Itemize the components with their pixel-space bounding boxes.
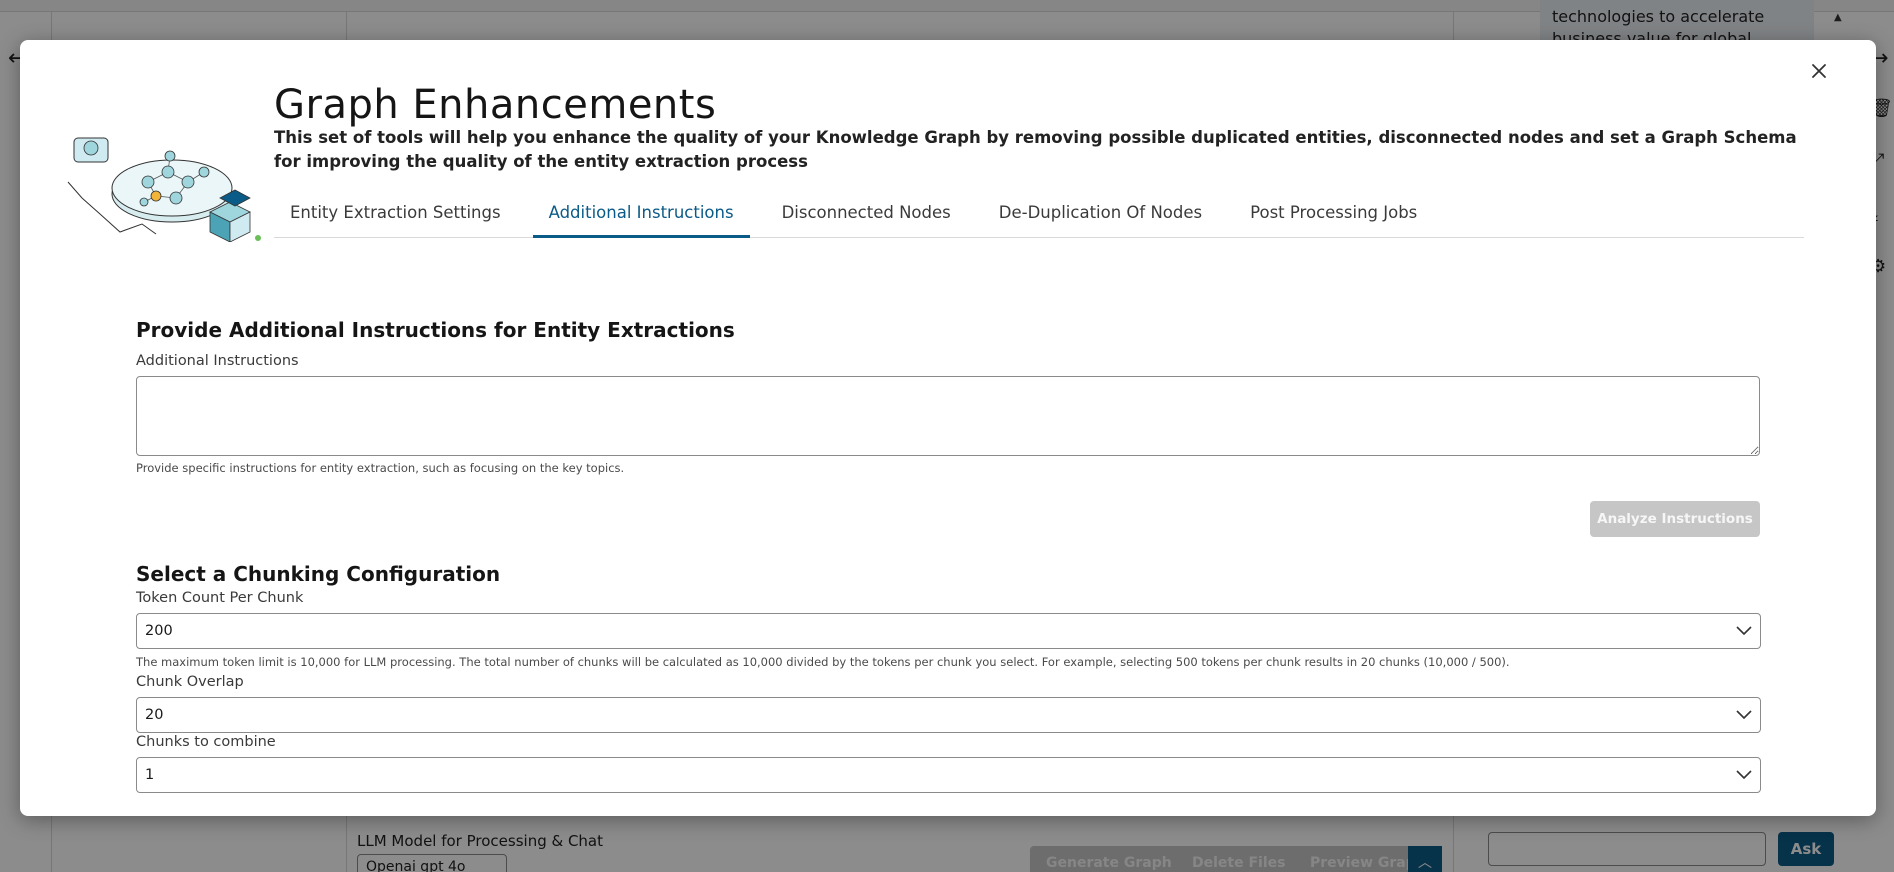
modal-subtitle: This set of tools will help you enhance … xyxy=(274,128,1797,171)
tab-disconnected-nodes[interactable]: Disconnected Nodes xyxy=(766,192,967,238)
token-count-value: 200 xyxy=(145,623,173,639)
instructions-section-title: Provide Additional Instructions for Enti… xyxy=(136,318,735,342)
chunk-overlap-value: 20 xyxy=(145,707,164,723)
instructions-help-text: Provide specific instructions for entity… xyxy=(136,461,625,475)
chunks-to-combine-select[interactable]: 1 xyxy=(136,757,1761,793)
tab-post-processing-jobs[interactable]: Post Processing Jobs xyxy=(1234,192,1433,238)
chunking-section-title: Select a Chunking Configuration xyxy=(136,562,501,586)
token-count-label: Token Count Per Chunk xyxy=(136,590,304,606)
graph-illustration xyxy=(67,137,261,242)
chunk-overlap-select[interactable]: 20 xyxy=(136,697,1761,733)
tab-entity-extraction-settings[interactable]: Entity Extraction Settings xyxy=(274,192,517,238)
close-button[interactable] xyxy=(1802,54,1836,88)
chunks-to-combine-label: Chunks to combine xyxy=(136,734,276,750)
tab-bar: Entity Extraction Settings Additional In… xyxy=(274,192,1804,238)
additional-instructions-label: Additional Instructions xyxy=(136,353,299,369)
tab-additional-instructions[interactable]: Additional Instructions xyxy=(532,192,750,238)
chevron-down-icon xyxy=(1736,770,1752,780)
tab-de-duplication-of-nodes[interactable]: De-Duplication Of Nodes xyxy=(983,192,1218,238)
additional-instructions-input[interactable] xyxy=(136,376,1760,456)
chunks-to-combine-value: 1 xyxy=(145,767,155,783)
chevron-down-icon xyxy=(1736,710,1752,720)
token-count-help-text: The maximum token limit is 10,000 for LL… xyxy=(136,655,1510,669)
chunk-overlap-label: Chunk Overlap xyxy=(136,674,244,690)
token-count-select[interactable]: 200 xyxy=(136,613,1761,649)
chevron-down-icon xyxy=(1736,626,1752,636)
modal-title: Graph Enhancements xyxy=(274,82,717,128)
analyze-instructions-button[interactable]: Analyze Instructions xyxy=(1590,501,1760,537)
close-icon xyxy=(1812,64,1826,78)
graph-enhancements-modal: Graph Enhancements This set of tools wil… xyxy=(20,40,1876,816)
